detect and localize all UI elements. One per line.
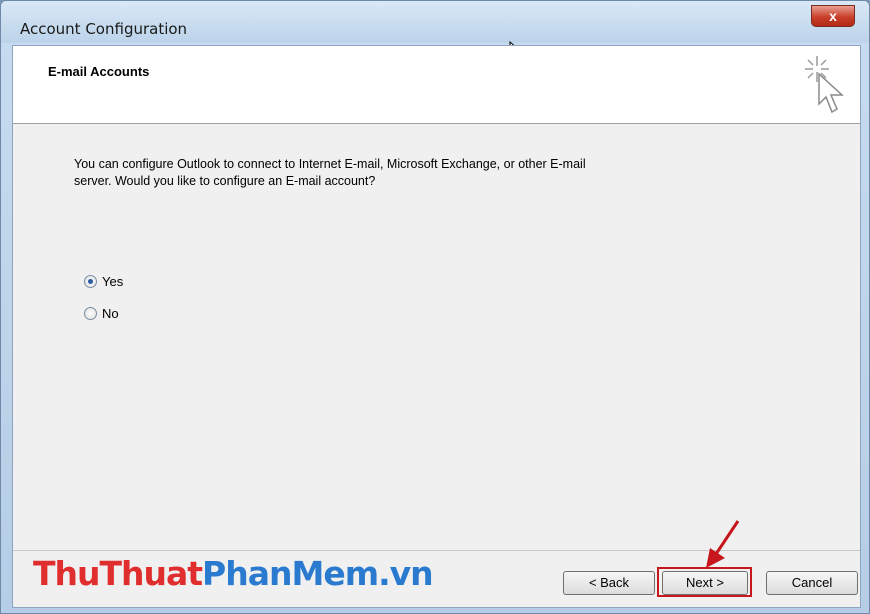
radio-yes-label: Yes: [102, 274, 124, 289]
watermark-part-2: PhanMem: [202, 554, 379, 593]
watermark-part-3: .vn: [378, 554, 434, 593]
radio-no-circle[interactable]: [84, 307, 97, 320]
watermark-logo: ThuThuatPhanMem.vn: [33, 554, 434, 593]
dialog-window: Account Configuration x E-mail Accounts: [0, 0, 870, 614]
radio-no[interactable]: No: [84, 306, 119, 321]
window-title: Account Configuration: [20, 20, 188, 38]
header-panel: E-mail Accounts: [13, 46, 860, 124]
close-button[interactable]: x: [811, 5, 855, 27]
cancel-button[interactable]: Cancel: [766, 571, 858, 595]
title-bar[interactable]: Account Configuration x: [1, 1, 869, 43]
dialog-client-area: E-mail Accounts You can configure Outloo…: [12, 45, 861, 608]
annotation-arrow-icon: [706, 520, 740, 568]
radio-no-label: No: [102, 306, 119, 321]
page-title: E-mail Accounts: [48, 64, 150, 79]
wizard-cursor-sparkle-icon: [805, 56, 844, 114]
watermark-part-1: ThuThuat: [33, 554, 203, 593]
description-text: You can configure Outlook to connect to …: [74, 157, 586, 188]
next-button[interactable]: Next >: [662, 571, 748, 595]
radio-yes[interactable]: Yes: [84, 274, 123, 289]
footer-separator: [13, 550, 860, 551]
back-button[interactable]: < Back: [563, 571, 655, 595]
radio-yes-circle[interactable]: [84, 275, 97, 288]
